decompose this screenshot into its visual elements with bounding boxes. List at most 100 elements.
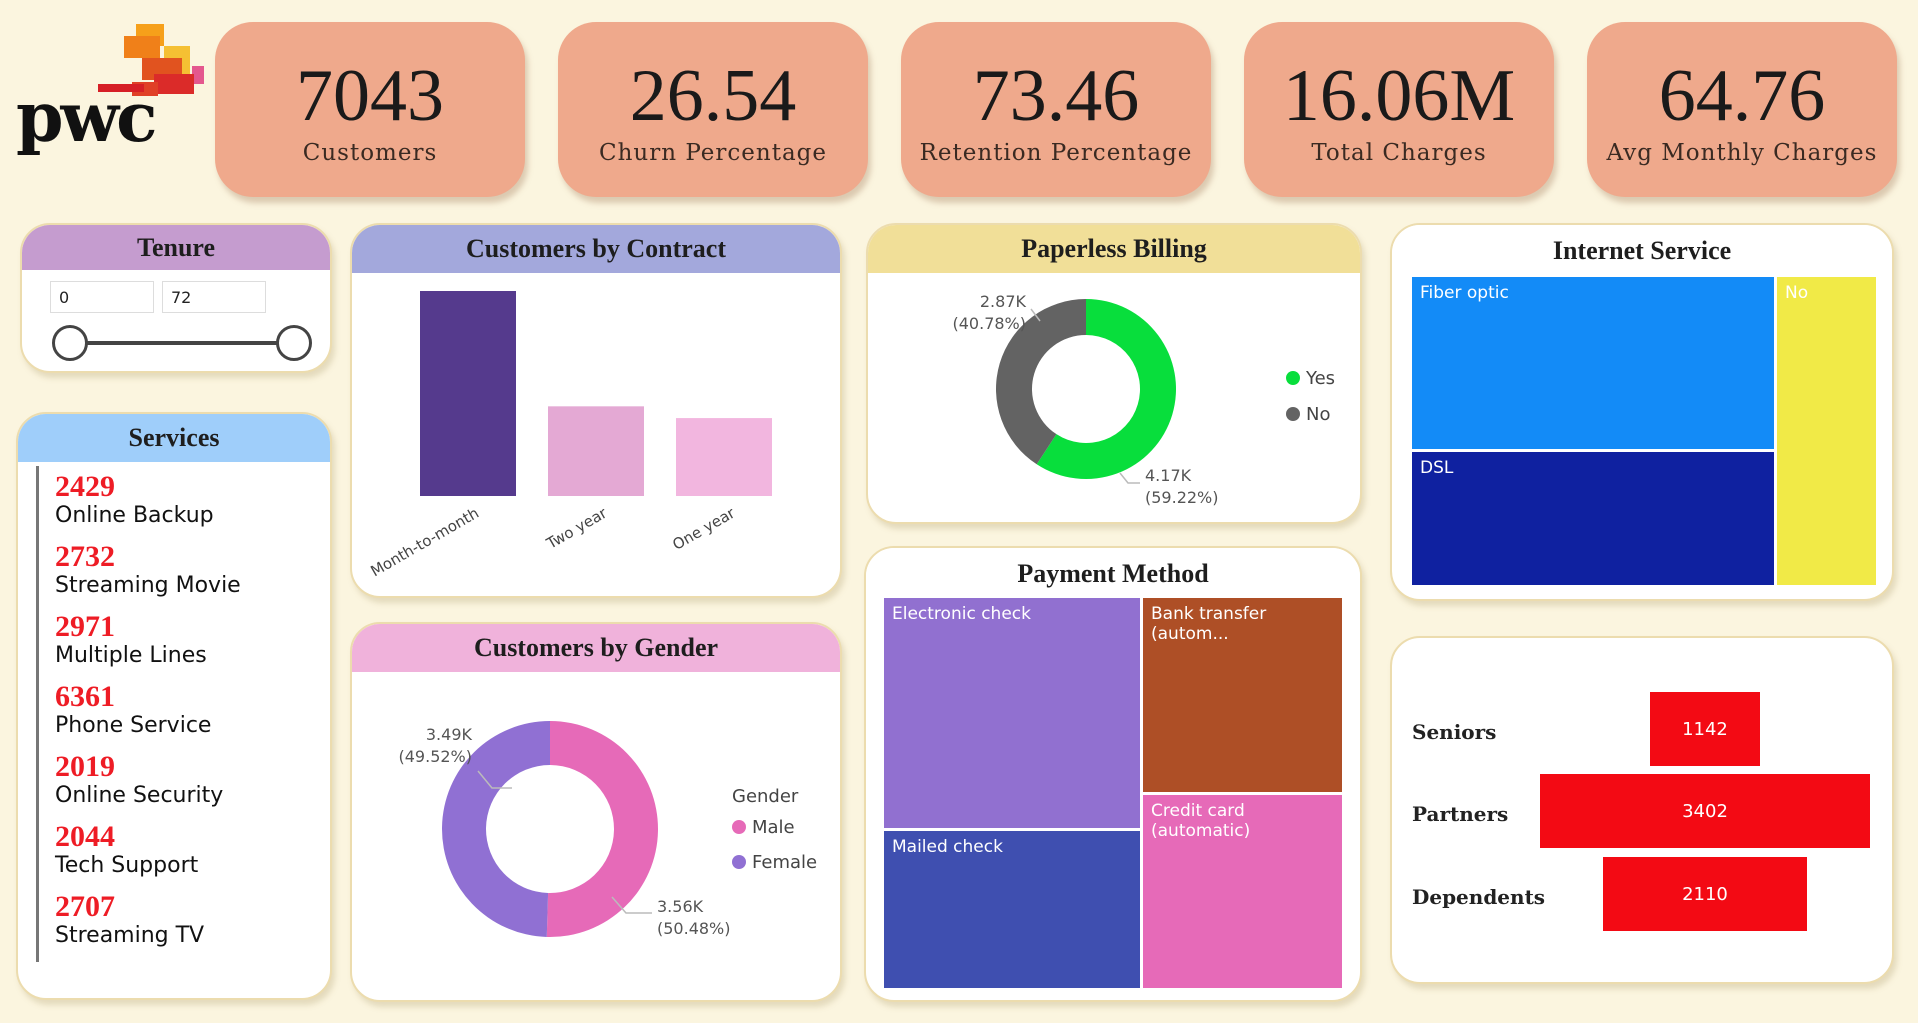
contract-bar[interactable] — [548, 406, 644, 496]
female-data-label: 3.49K (49.52%) — [372, 724, 473, 768]
cell-label: Electronic check — [892, 604, 1031, 624]
treemap-cell-mailed-check[interactable]: Mailed check — [884, 831, 1140, 988]
tenure-min-input[interactable]: 0 — [50, 281, 154, 313]
yes-dot-icon — [1286, 371, 1300, 385]
contract-bar[interactable] — [420, 291, 516, 496]
tenure-slicer: Tenure 0 72 — [20, 223, 332, 373]
kpi-label: Customers — [302, 140, 438, 166]
service-item: 2019 Online Security — [55, 752, 316, 810]
service-label: Streaming Movie — [55, 573, 241, 598]
tenure-title: Tenure — [22, 225, 330, 270]
kpi-value: 73.46 — [972, 55, 1140, 137]
payment-title: Payment Method — [866, 548, 1360, 600]
service-count: 2429 — [55, 470, 115, 503]
male-dot-icon — [732, 820, 746, 834]
no-data-label: 2.87K (40.78%) — [926, 291, 1027, 335]
service-count: 2971 — [55, 610, 115, 643]
male-data-label: 3.56K (50.48%) — [657, 896, 731, 940]
service-item: 2732 Streaming Movie — [55, 542, 316, 600]
services-list: 2429 Online Backup 2732 Streaming Movie 29… — [36, 466, 316, 962]
male-pct: (50.48%) — [657, 919, 731, 938]
no-count: 2.87K — [979, 292, 1026, 311]
demographic-bar[interactable]: 2110 — [1602, 857, 1808, 931]
tenure-slider-max-handle[interactable] — [276, 325, 312, 361]
legend-item-female[interactable]: Female — [732, 845, 817, 880]
services-panel: Services 2429 Online Backup 2732 Streaming… — [16, 412, 332, 1000]
female-count: 3.49K — [425, 725, 472, 744]
service-item: 2971 Multiple Lines — [55, 612, 316, 670]
no-dot-icon — [1286, 407, 1300, 421]
service-label: Online Backup — [55, 503, 214, 528]
demographic-bar[interactable]: 1142 — [1649, 692, 1761, 766]
contract-chart-card: Customers by Contract Month-to-month Two … — [350, 223, 842, 598]
treemap-cell-no[interactable]: No — [1777, 277, 1876, 585]
service-label: Multiple Lines — [55, 643, 207, 668]
payment-method-card: Payment Method Electronic check Bank tra… — [864, 546, 1362, 1002]
gender-legend: Gender Male Female — [732, 784, 817, 880]
tenure-max-input[interactable]: 72 — [162, 281, 266, 313]
treemap-cell-dsl[interactable]: DSL — [1412, 452, 1774, 585]
treemap-cell-credit-card[interactable]: Credit card (automatic) — [1143, 795, 1342, 988]
female-pct: (49.52%) — [398, 747, 473, 766]
service-label: Phone Service — [55, 713, 212, 738]
cell-label: Mailed check — [892, 837, 1003, 857]
tenure-slider-min-handle[interactable] — [52, 325, 88, 361]
kpi-total-charges: 16.06M Total Charges — [1244, 22, 1554, 197]
cell-label: No — [1785, 283, 1809, 303]
kpi-churn: 26.54 Churn Percentage — [558, 22, 868, 197]
services-title: Services — [18, 414, 330, 462]
treemap-cell-electronic-check[interactable]: Electronic check — [884, 598, 1140, 828]
male-count: 3.56K — [657, 897, 704, 916]
service-label: Streaming TV — [55, 923, 205, 948]
treemap-cell-bank-transfer[interactable]: Bank transfer (autom... — [1143, 598, 1342, 792]
demographics-card: Seniors Partners Dependents 1142 3402 2110 — [1390, 636, 1894, 984]
legend-item-yes[interactable]: Yes — [1286, 361, 1335, 397]
x-tick-label: Two year — [543, 503, 611, 553]
internet-service-card: Internet Service Fiber optic DSL No — [1390, 223, 1894, 601]
legend-label: Male — [752, 817, 795, 838]
kpi-label: Retention Percentage — [919, 140, 1193, 166]
cell-label: Fiber optic — [1420, 283, 1509, 303]
x-tick-label: Month-to-month — [367, 504, 482, 581]
service-label: Tech Support — [55, 853, 199, 878]
service-count: 2019 — [55, 750, 115, 783]
legend-item-male[interactable]: Male — [732, 810, 817, 845]
kpi-customers: 7043 Customers — [215, 22, 525, 197]
kpi-value: 7043 — [296, 55, 444, 137]
kpi-label: Churn Percentage — [599, 140, 827, 166]
kpi-value: 64.76 — [1658, 55, 1826, 137]
service-count: 2732 — [55, 540, 115, 573]
service-item: 2044 Tech Support — [55, 822, 316, 880]
x-tick-label: One year — [669, 503, 738, 553]
paperless-title: Paperless Billing — [868, 225, 1360, 273]
service-label: Online Security — [55, 783, 224, 808]
tenure-slider-track[interactable] — [72, 341, 294, 345]
kpi-label: Avg Monthly Charges — [1606, 140, 1878, 166]
demographic-bar[interactable]: 3402 — [1540, 774, 1870, 848]
service-count: 2044 — [55, 820, 115, 853]
contract-bar[interactable] — [676, 418, 772, 496]
kpi-value: 16.06M — [1282, 55, 1516, 137]
service-count: 2707 — [55, 890, 115, 923]
yes-pct: (59.22%) — [1145, 488, 1219, 507]
legend-label: Female — [752, 852, 818, 873]
paperless-chart-card: Paperless Billing Yes No 2.87K (40.78%) … — [866, 223, 1362, 524]
cell-label: DSL — [1420, 458, 1454, 478]
service-item: 2429 Online Backup — [55, 472, 316, 530]
service-count: 6361 — [55, 680, 115, 713]
contract-bar-chart: Month-to-month Two year One year — [367, 291, 772, 581]
legend-item-no[interactable]: No — [1286, 397, 1335, 433]
contract-title: Customers by Contract — [352, 225, 840, 273]
gender-slice[interactable] — [546, 721, 658, 937]
kpi-avg-monthly: 64.76 Avg Monthly Charges — [1587, 22, 1897, 197]
kpi-retention: 73.46 Retention Percentage — [901, 22, 1211, 197]
yes-leader-line — [1119, 472, 1140, 484]
legend-label: Yes — [1306, 368, 1336, 389]
gender-chart-card: Customers by Gender Gender Male Female 3… — [350, 622, 842, 1002]
internet-treemap: Fiber optic DSL No — [1412, 277, 1876, 585]
cell-label: Bank transfer (autom... — [1151, 604, 1267, 644]
female-dot-icon — [732, 855, 746, 869]
paperless-legend: Yes No — [1286, 361, 1335, 433]
yes-count: 4.17K — [1145, 466, 1192, 485]
treemap-cell-fiber-optic[interactable]: Fiber optic — [1412, 277, 1774, 449]
